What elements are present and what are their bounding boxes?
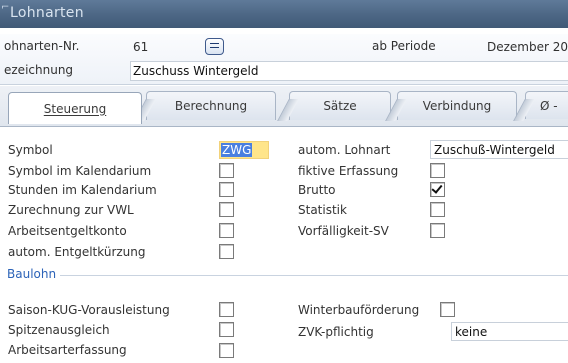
bez-label: ezeichnung bbox=[4, 63, 74, 77]
bez-value: Zuschuss Wintergeld bbox=[133, 64, 259, 78]
nr-value: 61 bbox=[133, 40, 149, 54]
tab-steuerung[interactable]: Steuerung bbox=[8, 92, 142, 124]
list-icon-line bbox=[210, 47, 219, 48]
period-value: Dezember 20 bbox=[487, 40, 568, 54]
nr-input[interactable]: 61 bbox=[130, 37, 210, 56]
zurechnung-vwl-checkbox[interactable] bbox=[219, 202, 234, 217]
tab-verbindung[interactable]: Verbindung bbox=[397, 91, 517, 120]
stunden-kalendarium-checkbox[interactable] bbox=[219, 182, 234, 197]
symbol-value: ZWG bbox=[221, 143, 253, 157]
vorfaelligkeit-sv-label: Vorfälligkeit-SV bbox=[298, 224, 389, 238]
autom-lohnart-value: Zuschuß-Wintergeld bbox=[434, 143, 555, 157]
autom-lohnart-label: autom. Lohnart bbox=[298, 143, 391, 157]
symbol-kalendarium-label: Symbol im Kalendarium bbox=[8, 164, 152, 178]
winterbaufoerderung-label: Winterbauförderung bbox=[298, 303, 420, 317]
symbol-label: Symbol bbox=[8, 143, 53, 157]
statistik-label: Statistik bbox=[298, 203, 347, 217]
fiktive-erfassung-checkbox[interactable] bbox=[430, 163, 445, 178]
entgeltkuerzung-checkbox[interactable] bbox=[219, 244, 234, 259]
tab-content-steuerung: Symbol ZWG Symbol im Kalendarium Stunden… bbox=[0, 127, 568, 363]
symbol-input[interactable]: ZWG bbox=[219, 141, 269, 159]
arbeitsarterfassung-label: Arbeitsarterfassung bbox=[8, 343, 127, 357]
tab-label: Verbindung bbox=[422, 99, 492, 113]
nr-lookup-button[interactable] bbox=[205, 38, 224, 55]
tab-label: Ø - bbox=[540, 98, 558, 113]
arbeitsarterfassung-checkbox[interactable] bbox=[219, 343, 234, 358]
header-panel: ohnarten-Nr. 61 ab Periode Dezember 20 e… bbox=[0, 34, 568, 85]
tab-label: Steuerung bbox=[43, 101, 107, 116]
spitzenausgleich-checkbox[interactable] bbox=[219, 322, 234, 337]
saison-kug-checkbox[interactable] bbox=[219, 302, 234, 317]
tab-durchschnitt[interactable]: Ø - bbox=[525, 91, 568, 119]
baulohn-section-title: Baulohn bbox=[7, 267, 57, 281]
arbeitsentgeltkonto-label: Arbeitsentgeltkonto bbox=[8, 224, 127, 238]
brutto-label: Brutto bbox=[298, 183, 336, 197]
saison-kug-label: Saison-KUG-Vorausleistung bbox=[8, 303, 170, 317]
vorfaelligkeit-sv-checkbox[interactable] bbox=[430, 223, 445, 238]
period-select[interactable]: Dezember 20 bbox=[484, 37, 568, 56]
statistik-checkbox[interactable] bbox=[430, 202, 445, 217]
fiktive-erfassung-label: fiktive Erfassung bbox=[298, 164, 399, 178]
zvk-pflichtig-select[interactable]: keine bbox=[451, 322, 568, 341]
tab-label: Berechnung bbox=[174, 99, 248, 113]
period-label: ab Periode bbox=[372, 39, 436, 53]
entgeltkuerzung-label: autom. Entgeltkürzung bbox=[8, 245, 146, 259]
brutto-checkbox[interactable] bbox=[430, 182, 445, 197]
tab-berechnung[interactable]: Berechnung bbox=[146, 91, 276, 120]
autom-lohnart-input[interactable]: Zuschuß-Wintergeld bbox=[430, 140, 568, 159]
zvk-pflichtig-label: ZVK-pflichtig bbox=[298, 325, 374, 339]
symbol-kalendarium-checkbox[interactable] bbox=[219, 163, 234, 178]
window-icon: ⌐ bbox=[1, 2, 10, 13]
stunden-kalendarium-label: Stunden im Kalendarium bbox=[8, 183, 157, 197]
nr-label: ohnarten-Nr. bbox=[4, 39, 80, 53]
bez-input[interactable]: Zuschuss Wintergeld bbox=[130, 61, 568, 81]
tab-label: Sätze bbox=[323, 99, 357, 113]
tab-bar: Steuerung Berechnung Sätze Verbindung Ø … bbox=[0, 86, 568, 127]
window-title: Lohnarten bbox=[10, 5, 84, 21]
section-divider bbox=[60, 275, 568, 276]
arbeitsentgeltkonto-checkbox[interactable] bbox=[219, 223, 234, 238]
zvk-pflichtig-value: keine bbox=[455, 325, 488, 339]
spitzenausgleich-label: Spitzenausgleich bbox=[8, 323, 110, 337]
winterbaufoerderung-checkbox[interactable] bbox=[440, 302, 455, 317]
list-icon bbox=[210, 43, 219, 44]
tab-saetze[interactable]: Sätze bbox=[289, 91, 391, 120]
title-bar: ⌐ Lohnarten bbox=[0, 0, 568, 28]
zurechnung-vwl-label: Zurechnung zur VWL bbox=[8, 203, 134, 217]
